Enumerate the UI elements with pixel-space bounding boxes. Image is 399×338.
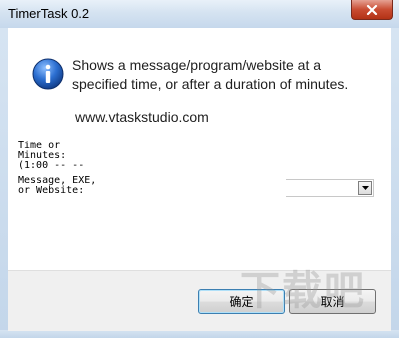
website-link[interactable]: www.vtaskstudio.com xyxy=(75,109,209,125)
ok-button[interactable]: 确定 xyxy=(198,289,285,314)
dialog-body: Shows a message/program/website at a spe… xyxy=(8,28,391,331)
cancel-button[interactable]: 取消 xyxy=(289,289,376,314)
close-icon xyxy=(366,4,378,15)
close-button[interactable] xyxy=(351,0,393,20)
timertask-dialog: TimerTask 0.2 Shows a message/program/we… xyxy=(0,0,399,338)
window-frame-bottom xyxy=(0,330,399,338)
message-select[interactable] xyxy=(286,179,374,197)
dropdown-button[interactable] xyxy=(358,181,372,195)
button-bar: 确定 取消 xyxy=(8,270,391,331)
title-bar[interactable]: TimerTask 0.2 xyxy=(0,0,399,29)
time-label-area: Time or Minutes: (1:00 -- -- xyxy=(18,141,138,171)
time-label: Time or Minutes: (1:00 -- -- xyxy=(18,141,85,171)
message-text: Shows a message/program/website at a spe… xyxy=(72,57,349,92)
window-title: TimerTask 0.2 xyxy=(8,6,90,21)
window-frame-right xyxy=(391,28,399,338)
message-label: Message, EXE, or Website: xyxy=(18,175,97,196)
info-icon xyxy=(32,58,64,90)
window-frame-left xyxy=(0,28,8,338)
chevron-down-icon xyxy=(361,186,369,190)
